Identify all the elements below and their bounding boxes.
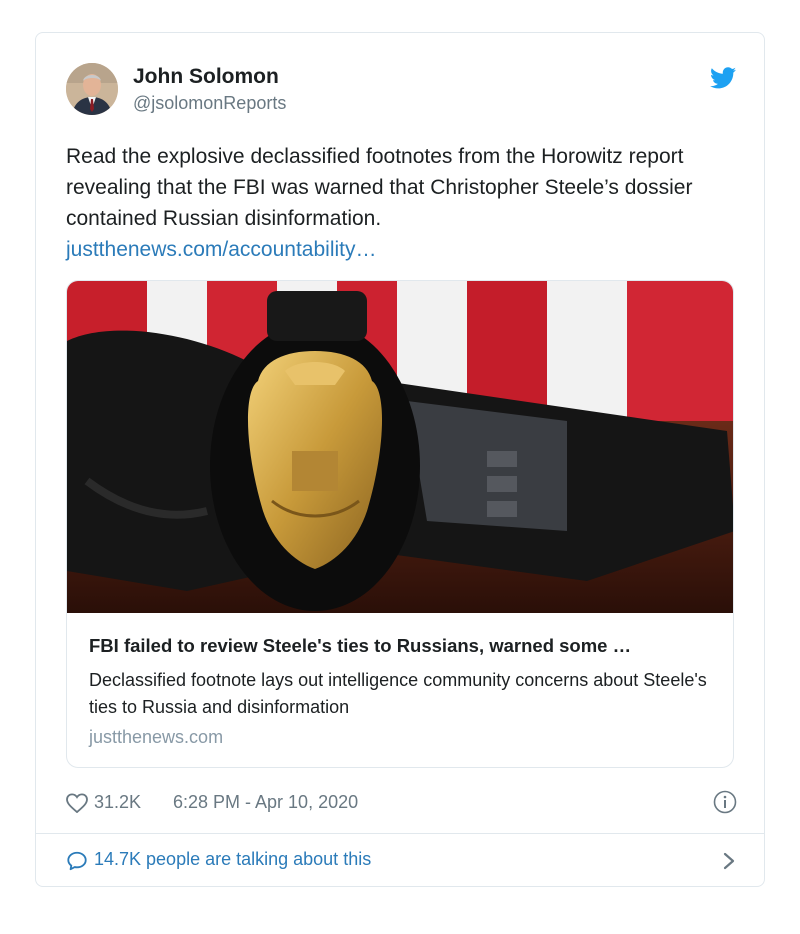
conversation-link[interactable]: 14.7K people are talking about this <box>66 845 736 875</box>
heart-icon[interactable] <box>66 793 88 813</box>
speech-bubble-icon <box>67 851 87 871</box>
author-handle[interactable]: @jsolomonReports <box>133 93 286 114</box>
tweet-meta: 31.2K 6:28 PM - Apr 10, 2020 <box>66 788 737 818</box>
tweet-text: Read the explosive declassified footnote… <box>66 145 693 230</box>
author-name[interactable]: John Solomon <box>133 65 279 89</box>
like-count[interactable]: 31.2K <box>94 792 141 813</box>
link-preview-card[interactable]: FBI failed to review Steele's ties to Ru… <box>66 280 734 768</box>
tweet-timestamp[interactable]: 6:28 PM - Apr 10, 2020 <box>173 792 358 813</box>
tweet-link[interactable]: justthenews.com/accountability… <box>66 234 736 265</box>
author-avatar[interactable] <box>66 63 118 115</box>
twitter-bird-icon[interactable] <box>710 67 736 89</box>
chevron-right-icon[interactable] <box>722 851 736 871</box>
link-preview-image <box>67 281 733 613</box>
tweet-body: Read the explosive declassified footnote… <box>66 141 736 265</box>
divider <box>36 833 764 834</box>
embedded-tweet-card: John Solomon @jsolomonReports Read the e… <box>35 32 765 887</box>
link-card-title[interactable]: FBI failed to review Steele's ties to Ru… <box>89 635 719 657</box>
info-icon[interactable] <box>713 790 737 814</box>
link-card-domain: justthenews.com <box>89 727 224 747</box>
conversation-text[interactable]: 14.7K people are talking about this <box>94 849 371 870</box>
tweet-header: John Solomon @jsolomonReports <box>66 63 736 121</box>
link-card-description: Declassified footnote lays out intellige… <box>89 670 707 717</box>
